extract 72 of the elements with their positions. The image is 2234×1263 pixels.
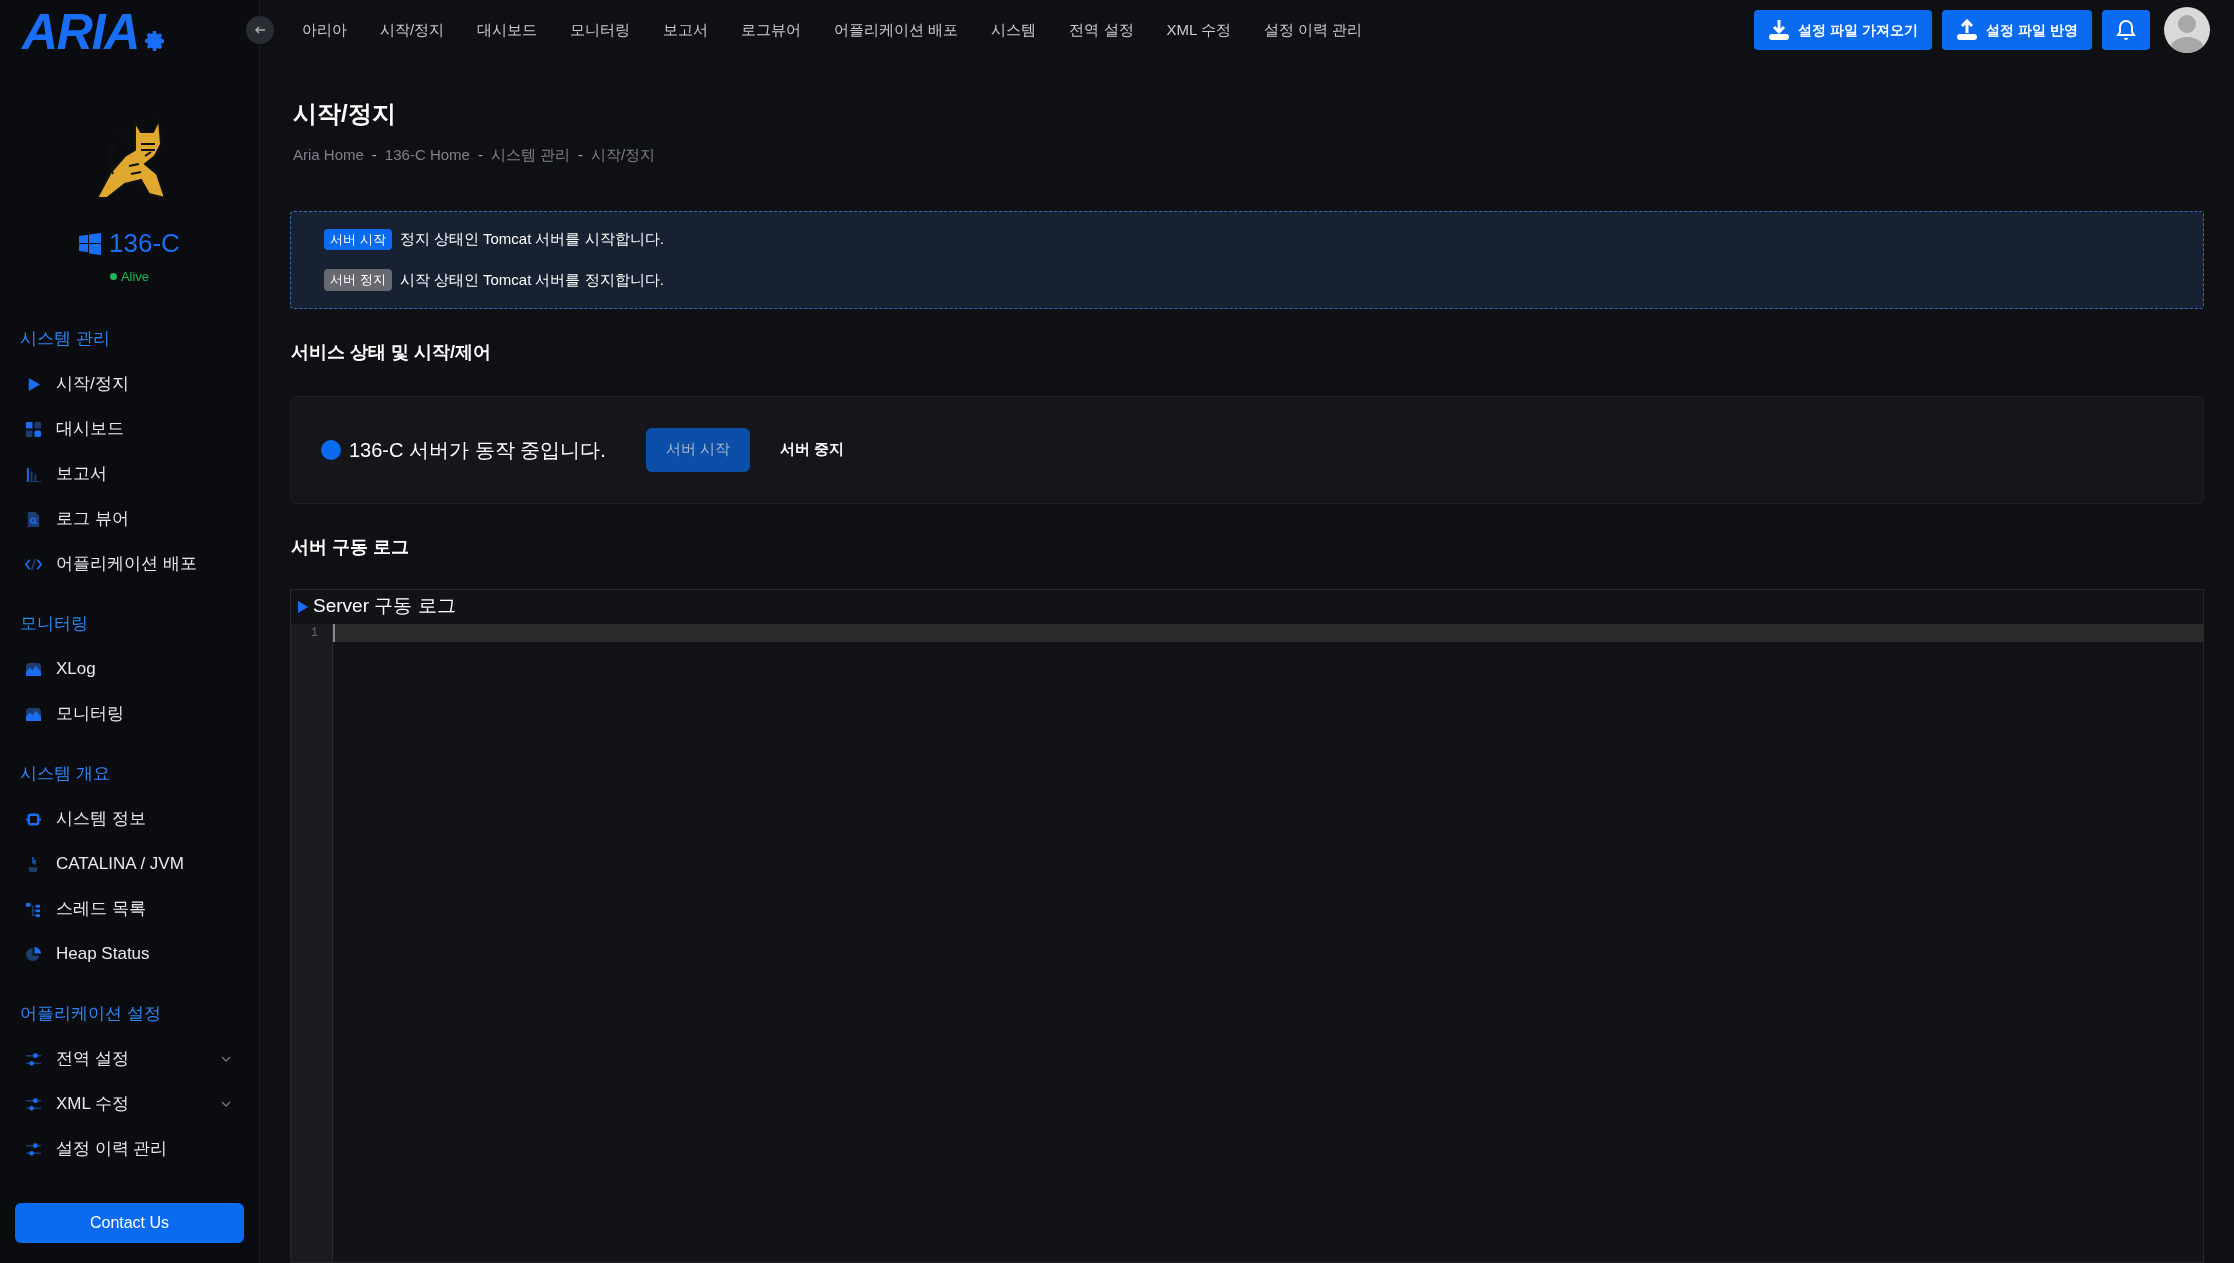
nav-link[interactable]: 모니터링 bbox=[570, 18, 631, 42]
expand-icon[interactable] bbox=[297, 600, 309, 613]
breadcrumb-link[interactable]: Aria Home bbox=[293, 144, 364, 167]
nav-link[interactable]: 전역 설정 bbox=[1069, 18, 1134, 42]
nav-link[interactable]: 시스템 bbox=[991, 18, 1037, 42]
sidebar-item[interactable]: CATALINA / JVM bbox=[20, 841, 239, 887]
sidebar-item[interactable]: 대시보드 bbox=[20, 406, 239, 452]
server-status: Alive bbox=[120, 268, 150, 286]
breadcrumb-separator: - bbox=[577, 145, 585, 165]
sliders-icon bbox=[25, 1050, 42, 1068]
section-title: 시스템 관리 bbox=[20, 328, 111, 351]
nav-link[interactable]: 시작/정지 bbox=[380, 18, 445, 42]
sidebar-item[interactable]: Heap Status bbox=[20, 931, 239, 977]
nav-link[interactable]: 대시보드 bbox=[477, 18, 538, 42]
status-message: 136-C 서버가 동작 중입니다. bbox=[349, 437, 606, 463]
contact-button[interactable]: Contact Us bbox=[15, 1203, 244, 1243]
nav-link[interactable]: 어플리케이션 배포 bbox=[834, 18, 959, 42]
nav-link[interactable]: XML 수정 bbox=[1166, 18, 1231, 42]
control-button[interactable]: 서버 중지 bbox=[759, 427, 865, 472]
breadcrumb-separator: - bbox=[476, 145, 484, 165]
line-number: 1 bbox=[309, 624, 319, 642]
sliders-icon bbox=[25, 1095, 42, 1113]
badge: 서버 시작 bbox=[324, 228, 392, 250]
chart-area-icon bbox=[25, 705, 42, 723]
sidebar-item[interactable]: 시스템 정보 bbox=[20, 796, 239, 842]
chart-area-icon bbox=[25, 660, 42, 678]
collapse-button[interactable] bbox=[246, 16, 274, 44]
sidebar-item[interactable]: XML 수정 bbox=[20, 1081, 239, 1127]
info-text: 정지 상태인 Tomcat 서버를 시작합니다. bbox=[399, 229, 664, 249]
download-icon bbox=[1768, 19, 1791, 41]
sidebar-item[interactable]: 모니터링 bbox=[20, 691, 239, 737]
pie-chart-icon bbox=[25, 945, 42, 963]
sidebar-item[interactable]: 시작/정지 bbox=[20, 361, 239, 407]
sidebar-item[interactable]: 보고서 bbox=[20, 451, 239, 497]
action-button[interactable]: 설정 파일 가져오기 bbox=[1754, 10, 1933, 50]
badge: 서버 정지 bbox=[324, 269, 392, 291]
section-title: 시스템 개요 bbox=[20, 763, 111, 786]
nav-link[interactable]: 로그뷰어 bbox=[741, 18, 802, 42]
sidebar-item[interactable]: 설정 이력 관리 bbox=[20, 1126, 239, 1172]
tree-list-icon bbox=[25, 900, 42, 918]
sidebar-item[interactable]: 전역 설정 bbox=[20, 1036, 239, 1082]
breadcrumb-link[interactable]: 136-C Home bbox=[384, 144, 470, 167]
logo: ARIA bbox=[22, 7, 140, 57]
windows-icon bbox=[79, 232, 102, 255]
nav-link[interactable]: 설정 이력 관리 bbox=[1263, 18, 1363, 42]
bell-icon bbox=[2116, 19, 2136, 41]
section-heading: 서버 구동 로그 bbox=[290, 535, 410, 559]
breadcrumb-link[interactable]: 시스템 관리 bbox=[490, 144, 571, 167]
nav-link[interactable]: 보고서 bbox=[663, 18, 709, 42]
arrow-left-icon bbox=[254, 24, 266, 36]
nav-link[interactable]: 아리아 bbox=[302, 18, 347, 42]
breadcrumb-link[interactable]: 시작/정지 bbox=[591, 144, 656, 167]
bar-chart-icon bbox=[25, 465, 42, 483]
sidebar-item[interactable]: XLog bbox=[20, 646, 239, 692]
server-name: 136-C bbox=[109, 227, 180, 260]
grid-icon bbox=[25, 420, 42, 438]
section-heading: 서비스 상태 및 시작/제어 bbox=[290, 340, 492, 364]
avatar[interactable] bbox=[2164, 7, 2210, 53]
document-search-icon bbox=[25, 510, 42, 528]
info-text: 시작 상태인 Tomcat 서버를 정지합니다. bbox=[399, 269, 664, 290]
section-title: 어플리케이션 설정 bbox=[20, 1003, 162, 1026]
sidebar-item[interactable]: 스레드 목록 bbox=[20, 886, 239, 932]
sidebar-item[interactable]: 어플리케이션 배포 bbox=[20, 541, 239, 587]
breadcrumb-separator: - bbox=[370, 145, 378, 165]
action-button[interactable]: 설정 파일 반영 bbox=[1942, 10, 2092, 50]
upload-icon bbox=[1956, 19, 1979, 41]
notification-button[interactable] bbox=[2102, 10, 2150, 50]
sidebar-item[interactable]: 로그 뷰어 bbox=[20, 496, 239, 542]
section-title: 모니터링 bbox=[20, 613, 89, 636]
log-title: Server 구동 로그 bbox=[313, 594, 456, 619]
sliders-icon bbox=[25, 1140, 42, 1158]
page-title: 시작/정지 bbox=[292, 99, 397, 129]
